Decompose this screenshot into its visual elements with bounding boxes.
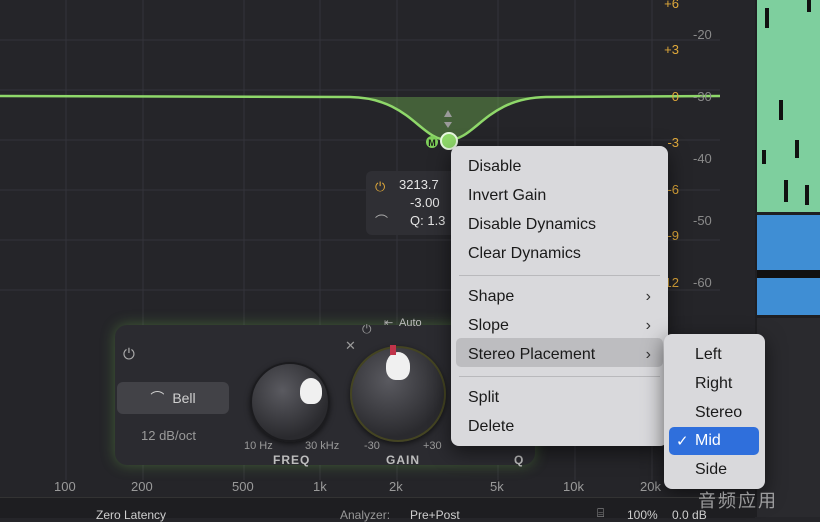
chevron-right-icon: › — [645, 317, 651, 334]
menu-item-invert-gain[interactable]: Invert Gain — [468, 187, 546, 205]
freq-tick-500: 500 — [232, 479, 254, 494]
midi-learn-icon[interactable]: ⌸ — [597, 506, 604, 521]
submenu-item-right[interactable]: Right — [695, 375, 732, 393]
status-bar: Zero Latency Analyzer: Pre+Post ⌸ 100% 0… — [0, 497, 755, 522]
freq-tick-2k: 2k — [389, 479, 403, 494]
freq-tick-5k: 5k — [490, 479, 504, 494]
analyzer-label: Analyzer: — [340, 508, 391, 522]
gain-min-label: -30 — [364, 440, 380, 452]
freq-tick-200: 200 — [131, 479, 153, 494]
gain-knob[interactable] — [350, 345, 446, 442]
tooltip-q: Q: 1.3 — [410, 213, 446, 228]
watermark: 音频应用 — [698, 491, 778, 511]
freq-tick-100: 100 — [54, 479, 76, 494]
menu-item-clear-dynamics[interactable]: Clear Dynamics — [468, 245, 581, 263]
submenu-item-left[interactable]: Left — [695, 346, 722, 364]
freq-max-label: 30 kHz — [305, 440, 340, 452]
freq-tick-20k: 20k — [640, 479, 661, 494]
stereo-placement-submenu: Left Right Stereo ✓ Mid Side — [664, 334, 765, 489]
freq-tick-10k: 10k — [563, 479, 584, 494]
chevron-right-icon: › — [645, 288, 651, 305]
submenu-item-side[interactable]: Side — [695, 461, 727, 479]
dynamics-close-icon[interactable]: ✕ — [345, 338, 356, 354]
analyzer-db-60: -60 — [693, 275, 712, 290]
analyzer-db-20: -20 — [693, 27, 712, 42]
analyzer-db-40: -40 — [693, 151, 712, 166]
band-context-menu: Disable Invert Gain Disable Dynamics Cle… — [451, 146, 668, 446]
band-power-icon[interactable]: ⏻ — [123, 346, 135, 363]
freq-knob-label: FREQ — [273, 453, 311, 467]
analyzer-db-30: -30 — [693, 89, 712, 104]
menu-item-slope[interactable]: Slope — [468, 317, 509, 335]
audio-track-clip[interactable] — [757, 215, 820, 315]
zoom-level[interactable]: 100% — [627, 508, 658, 522]
dynamics-power-icon[interactable]: ⏻ — [362, 322, 372, 337]
bell-shape-icon: ⌒ — [150, 390, 165, 406]
submenu-item-stereo[interactable]: Stereo — [695, 404, 742, 422]
latency-mode[interactable]: Zero Latency — [96, 508, 166, 522]
tooltip-gain: -3.00 — [410, 195, 440, 210]
gain-max-label: +30 — [423, 440, 442, 452]
menu-item-disable-dynamics[interactable]: Disable Dynamics — [468, 216, 596, 234]
menu-separator — [459, 275, 660, 276]
tooltip-shape-icon: ⌒ — [375, 214, 389, 229]
menu-separator — [459, 376, 660, 377]
db-tick-0: 0 — [671, 89, 679, 104]
menu-item-split[interactable]: Split — [468, 389, 499, 407]
freq-min-label: 10 Hz — [244, 440, 273, 452]
db-tick-plus6: +6 — [664, 0, 679, 11]
chevron-right-icon: › — [645, 346, 651, 363]
shape-label: Bell — [172, 390, 196, 406]
freq-tick-1k: 1k — [313, 479, 327, 494]
eq-curve — [0, 94, 721, 142]
checkmark-icon: ✓ — [676, 433, 689, 450]
tooltip-power-icon[interactable]: ⏻ — [375, 179, 385, 195]
menu-item-delete[interactable]: Delete — [468, 418, 514, 436]
slope-value[interactable]: 12 dB/oct — [141, 428, 196, 443]
band-value-tooltip: ⏻ 3213.7 -3.00 ⌒ Q: 1.3 — [366, 171, 458, 235]
gain-knob-label: GAIN — [386, 453, 420, 467]
analyzer-db-50: -50 — [693, 213, 712, 228]
shape-bell-button[interactable]: ⌒ Bell — [117, 382, 229, 414]
band-mid-label: M — [428, 138, 436, 148]
menu-item-disable[interactable]: Disable — [468, 158, 521, 176]
analyzer-mode[interactable]: Pre+Post — [410, 508, 460, 522]
midi-track-clip[interactable] — [757, 0, 820, 212]
submenu-item-mid[interactable]: Mid — [695, 432, 721, 450]
menu-item-stereo-placement[interactable]: Stereo Placement — [468, 346, 595, 364]
menu-item-shape[interactable]: Shape — [468, 288, 514, 306]
tooltip-freq: 3213.7 — [399, 177, 439, 192]
auto-arrow-icon: ⇤ — [384, 317, 394, 329]
db-tick-plus3: +3 — [664, 42, 679, 57]
auto-label[interactable]: Auto — [399, 317, 422, 329]
q-knob-label: Q — [514, 453, 525, 467]
freq-knob[interactable] — [250, 362, 330, 442]
